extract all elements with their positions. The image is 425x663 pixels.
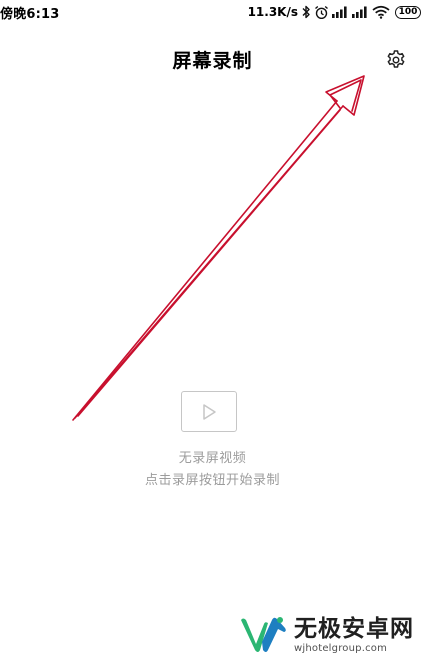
empty-state-title: 无录屏视频	[178, 451, 247, 466]
watermark-name: 无极安卓网	[294, 615, 414, 642]
watermark-url: wjhotelgroup.com	[294, 642, 388, 654]
network-speed: 11.3K/s	[247, 5, 298, 19]
status-time: 傍晚6:13	[0, 7, 60, 22]
bluetooth-icon	[301, 5, 311, 19]
video-play-icon	[181, 391, 237, 432]
alarm-icon	[314, 5, 329, 20]
signal-icon	[332, 6, 349, 18]
watermark: 无极安卓网 wjhotelgroup.com	[238, 612, 414, 658]
battery-icon: 100	[395, 5, 421, 19]
annotation-arrow	[72, 75, 365, 421]
gear-icon	[387, 50, 405, 68]
watermark-logo	[241, 617, 286, 652]
wifi-icon	[372, 5, 390, 19]
page-title: 屏幕录制	[172, 50, 253, 72]
status-bar: 傍晚6:13 11.3K/s 100	[0, 0, 425, 24]
status-icons: 11.3K/s 100	[248, 3, 421, 21]
empty-state-hint: 点击录屏按钮开始录制	[144, 473, 280, 488]
signal-icon	[352, 6, 369, 18]
settings-button[interactable]	[381, 45, 411, 75]
